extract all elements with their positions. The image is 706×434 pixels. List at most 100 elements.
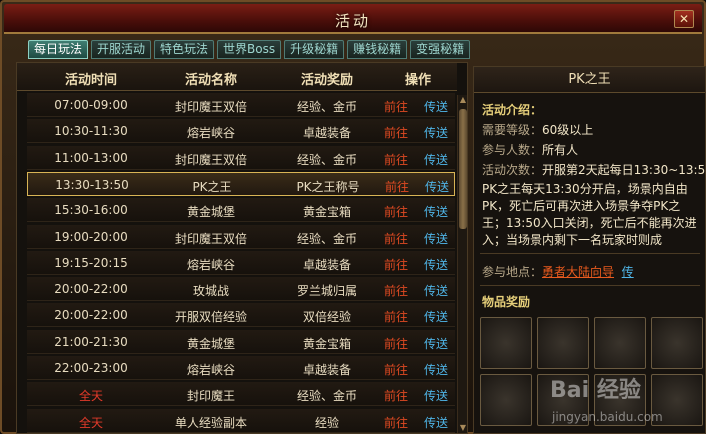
scroll-thumb[interactable] [459,109,467,229]
row-time: 07:00-09:00 [54,98,128,112]
go-button[interactable]: 前往 [379,308,413,325]
tab-bar: 每日玩法 开服活动 特色玩法 世界Boss 升级秘籍 赚钱秘籍 变强秘籍 [28,40,471,60]
teleport-button[interactable]: 传送 [419,282,453,299]
row-name: 开服双倍经验 [174,310,247,325]
teleport-button[interactable]: 传送 [419,361,453,378]
row-reward: 经验、金币 [296,231,357,246]
players-label: 参与人数： [482,143,543,157]
watermark-logo: Bai 经验 [550,378,641,403]
row-time: 20:00-22:00 [54,308,128,323]
table-row[interactable]: 22:00-23:00 熔岩峡谷 卓越装备 前往 传送 [27,356,455,380]
teleport-button[interactable]: 传送 [419,98,453,115]
table-row[interactable]: 13:30-13:50 PK之王 PK之王称号 前往 传送 [27,171,455,196]
level-row: 需要等级：60级以上 [482,121,593,138]
times-label: 活动次数： [482,163,543,177]
scroll-up-icon[interactable]: ▲ [458,95,468,105]
reward-slot[interactable] [537,317,589,369]
tab-4[interactable]: 升级秘籍 [284,40,345,59]
header-reward: 活动奖励 [300,73,353,88]
table-row[interactable]: 全天 单人经验副本 经验 前往 传送 [27,408,455,433]
times-value: 开服第2天起每日13:30~13:50 [542,163,706,177]
row-name: PK之王 [192,179,232,194]
go-button[interactable]: 前往 [379,151,413,168]
go-button[interactable]: 前往 [379,98,413,115]
level-label: 需要等级： [482,123,543,137]
detail-title: PK之王 [474,67,705,93]
row-time: 19:15-20:15 [54,255,128,270]
row-name: 熔岩峡谷 [186,363,235,377]
row-reward: 卓越装备 [302,363,351,377]
go-button[interactable]: 前往 [379,414,413,431]
tab-6[interactable]: 变强秘籍 [410,40,471,59]
table-row[interactable]: 19:00-20:00 封印魔王双倍 经验、金币 前往 传送 [27,224,455,249]
players-value: 所有人 [542,143,579,157]
go-button[interactable]: 前往 [380,178,414,195]
teleport-button[interactable]: 传送 [419,414,453,431]
table-row[interactable]: 19:15-20:15 熔岩峡谷 卓越装备 前往 传送 [27,250,455,275]
table-row[interactable]: 21:00-21:30 黄金城堡 黄金宝箱 前往 传送 [27,329,455,354]
row-name: 玫城战 [192,284,229,299]
row-reward: 双倍经验 [302,310,351,325]
activity-table: 活动时间 活动名称 活动奖励 操作 07:00-09:00 封印魔王双倍 经验、金币… [16,62,468,434]
intro-heading: 活动介绍： [482,103,543,117]
teleport-button[interactable]: 传送 [419,387,453,404]
reward-slot[interactable] [480,374,532,426]
reward-slot[interactable] [480,317,532,369]
table-row[interactable]: 20:00-22:00 开服双倍经验 双倍经验 前往 传送 [27,303,455,328]
teleport-button[interactable]: 传送 [419,335,453,352]
header-action: 操作 [404,73,431,88]
go-button[interactable]: 前往 [379,387,413,404]
go-button[interactable]: 前往 [379,230,413,247]
table-row[interactable]: 全天 封印魔王 经验、金币 前往 传送 [27,382,455,407]
teleport-button[interactable]: 传送 [419,308,453,325]
row-time: 10:30-11:30 [54,124,128,139]
table-row[interactable]: 11:00-13:00 封印魔王双倍 经验、金币 前往 传送 [27,145,455,170]
teleport-button[interactable]: 传送 [419,203,453,220]
header-name: 活动名称 [184,73,237,88]
table-row[interactable]: 07:00-09:00 封印魔王双倍 经验、金币 前往 传送 [27,93,455,117]
row-name: 封印魔王双倍 [174,152,247,167]
divider [480,285,700,286]
scroll-down-icon[interactable]: ▼ [458,423,468,433]
go-button[interactable]: 前往 [379,335,413,352]
table-row[interactable]: 20:00-22:00 玫城战 罗兰城归属 前往 传送 [27,277,455,302]
go-button[interactable]: 前往 [379,124,413,141]
teleport-button[interactable]: 传送 [419,124,453,141]
location-teleport[interactable]: 传 [622,265,634,279]
row-reward: 经验、金币 [296,152,357,167]
players-row: 参与人数：所有人 [482,141,578,158]
tab-1[interactable]: 开服活动 [91,40,152,59]
table-row[interactable]: 15:30-16:00 黄金城堡 黄金宝箱 前往 传送 [27,198,455,223]
close-button[interactable]: ✕ [674,10,694,28]
tab-0[interactable]: 每日玩法 [28,40,89,59]
go-button[interactable]: 前往 [379,256,413,273]
tab-3[interactable]: 世界Boss [217,40,282,59]
tab-5[interactable]: 赚钱秘籍 [347,40,408,59]
row-time: 21:00-21:30 [54,334,128,349]
location-row: 参与地点：勇者大陆向导 传 [482,263,634,280]
teleport-button[interactable]: 传送 [420,178,454,195]
tab-2[interactable]: 特色玩法 [154,40,215,59]
go-button[interactable]: 前往 [379,361,413,378]
row-reward: 黄金宝箱 [302,205,351,220]
teleport-button[interactable]: 传送 [419,230,453,247]
location-link[interactable]: 勇者大陆向导 [542,265,614,279]
row-time: 全天 [78,415,103,430]
row-name: 黄金城堡 [186,205,235,220]
row-reward: 黄金宝箱 [302,336,351,351]
row-time: 22:00-23:00 [54,361,128,375]
teleport-button[interactable]: 传送 [419,256,453,273]
go-button[interactable]: 前往 [379,282,413,299]
teleport-button[interactable]: 传送 [419,151,453,168]
title-bar: 活动 ✕ [4,4,702,34]
row-name: 封印魔王双倍 [174,231,247,246]
row-name: 熔岩峡谷 [186,257,235,272]
go-button[interactable]: 前往 [379,203,413,220]
reward-slot[interactable] [594,317,646,369]
table-scrollbar[interactable]: ▲ ▼ [457,95,467,433]
table-row[interactable]: 10:30-11:30 熔岩峡谷 卓越装备 前往 传送 [27,119,455,144]
reward-slot[interactable] [651,317,703,369]
row-reward: 罗兰城归属 [296,284,357,299]
rewards-heading: 物品奖励 [482,295,531,309]
row-time: 20:00-22:00 [54,282,128,297]
